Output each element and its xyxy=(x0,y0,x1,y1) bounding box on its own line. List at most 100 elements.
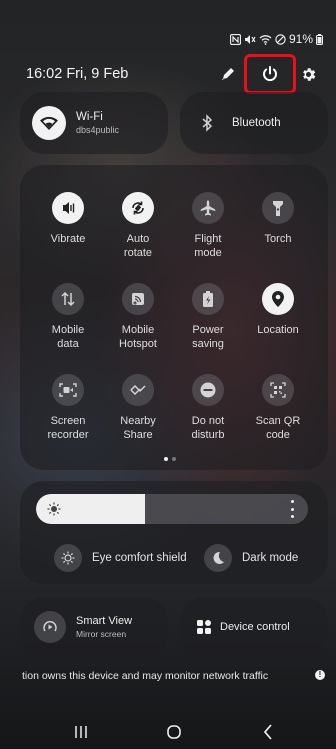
bluetooth-toggle[interactable] xyxy=(190,106,224,140)
page-dot xyxy=(172,457,176,461)
airplane-icon xyxy=(200,200,216,216)
nearby-share-tile[interactable]: Nearby Share xyxy=(98,374,178,442)
eye-comfort-button[interactable]: Eye comfort shield xyxy=(54,544,187,572)
clock-date: Fri, 9 Feb xyxy=(66,66,129,82)
dot xyxy=(290,515,294,518)
smart-view-tile[interactable]: Smart View Mirror screen xyxy=(20,597,168,657)
home-icon xyxy=(167,725,181,739)
device-control-label: Device control xyxy=(220,621,290,633)
power-saving-label: Power saving xyxy=(192,324,224,350)
smart-view-label: Smart View xyxy=(76,615,133,627)
nearby-share-icon xyxy=(130,384,146,396)
location-icon xyxy=(272,291,284,307)
no-sim-icon xyxy=(275,33,286,45)
mute-icon xyxy=(245,34,256,44)
battery-icon xyxy=(316,33,324,45)
torch-icon xyxy=(273,201,283,216)
device-control-icon xyxy=(197,620,211,634)
auto-rotate-tile[interactable]: Auto rotate xyxy=(98,192,178,260)
battery-percent: 91% xyxy=(289,32,314,46)
screen-recorder-label: Screen recorder xyxy=(47,415,89,441)
scan-qr-toggle[interactable] xyxy=(262,374,294,406)
clock-time: 16:02 xyxy=(26,66,63,82)
hotspot-icon xyxy=(132,293,144,305)
recent-apps-icon xyxy=(75,726,87,738)
power-button[interactable] xyxy=(258,62,282,86)
bluetooth-tile[interactable]: Bluetooth xyxy=(180,92,328,154)
mobile-data-toggle[interactable] xyxy=(52,283,84,315)
chevron-left-icon xyxy=(263,724,272,740)
back-button[interactable] xyxy=(248,717,288,747)
nearby-share-toggle[interactable] xyxy=(122,374,154,406)
vibrate-label: Vibrate xyxy=(50,233,86,245)
location-tile[interactable]: Location xyxy=(238,283,318,337)
power-icon xyxy=(263,66,277,82)
brightness-slider[interactable] xyxy=(36,494,308,524)
bluetooth-label: Bluetooth xyxy=(232,117,281,129)
dark-mode-button[interactable]: Dark mode xyxy=(204,544,298,572)
do-not-disturb-toggle[interactable] xyxy=(192,374,224,406)
device-control-tile[interactable]: Device control xyxy=(180,597,328,657)
torch-label: Torch xyxy=(264,233,292,245)
torch-toggle[interactable] xyxy=(262,192,294,224)
network-monitor-notice[interactable]: tion owns this device and may monitor ne… xyxy=(22,670,268,682)
location-label: Location xyxy=(257,324,299,336)
vibrate-tile[interactable]: Vibrate xyxy=(28,192,108,246)
do-not-disturb-icon xyxy=(200,382,216,398)
brightness-more-button[interactable] xyxy=(287,500,297,518)
mobile-hotspot-tile[interactable]: Mobile Hotspot xyxy=(98,283,178,351)
do-not-disturb-tile[interactable]: Do not disturb xyxy=(168,374,248,442)
status-bar: 91% xyxy=(230,32,324,46)
auto-rotate-toggle[interactable] xyxy=(122,192,154,224)
eye-comfort-toggle[interactable] xyxy=(54,544,82,572)
scan-qr-label: Scan QR code xyxy=(255,415,301,441)
eye-comfort-label: Eye comfort shield xyxy=(92,552,187,564)
auto-rotate-icon xyxy=(132,201,144,215)
smart-view-icon xyxy=(43,621,57,632)
mobile-hotspot-toggle[interactable] xyxy=(122,283,154,315)
bluetooth-icon xyxy=(202,114,213,132)
scan-qr-tile[interactable]: Scan QR code xyxy=(238,374,318,442)
edit-button[interactable] xyxy=(216,62,240,86)
power-saving-toggle[interactable] xyxy=(192,283,224,315)
mobile-hotspot-label: Mobile Hotspot xyxy=(119,324,157,350)
torch-tile[interactable]: Torch xyxy=(238,192,318,246)
home-button[interactable] xyxy=(154,717,194,747)
vibrate-icon xyxy=(63,202,75,214)
screen-recorder-tile[interactable]: Screen recorder xyxy=(28,374,108,442)
wifi-tile[interactable]: Wi-Fi dbs4public xyxy=(20,92,168,154)
wifi-icon xyxy=(40,116,58,130)
screen-recorder-icon xyxy=(59,383,77,397)
page-indicator[interactable] xyxy=(164,457,176,461)
moon-icon xyxy=(213,551,224,564)
power-saving-tile[interactable]: Power saving xyxy=(168,283,248,351)
flight-mode-tile[interactable]: Flight mode xyxy=(168,192,248,260)
time-date: 16:02 Fri, 9 Feb xyxy=(26,66,128,82)
settings-button[interactable] xyxy=(296,62,320,86)
dark-mode-toggle[interactable] xyxy=(204,544,232,572)
info-glyph: ! xyxy=(318,670,322,679)
location-toggle[interactable] xyxy=(262,283,294,315)
dot xyxy=(290,507,294,511)
do-not-disturb-label: Do not disturb xyxy=(191,415,225,441)
eye-comfort-icon xyxy=(61,551,75,565)
page-dot-active xyxy=(164,457,168,461)
vibrate-toggle[interactable] xyxy=(52,192,84,224)
wifi-label: Wi-Fi xyxy=(76,111,103,123)
qr-code-icon xyxy=(270,382,286,398)
gear-icon xyxy=(302,67,315,81)
recent-apps-button[interactable] xyxy=(61,717,101,747)
smart-view-toggle[interactable] xyxy=(34,611,66,643)
flight-mode-label: Flight mode xyxy=(194,233,222,259)
flight-mode-toggle[interactable] xyxy=(192,192,224,224)
dark-mode-label: Dark mode xyxy=(242,552,299,564)
battery-saver-icon xyxy=(203,291,213,307)
sun-icon xyxy=(47,502,61,516)
wifi-toggle[interactable] xyxy=(32,106,66,140)
screen-recorder-toggle[interactable] xyxy=(52,374,84,406)
info-icon[interactable]: ! xyxy=(315,670,325,680)
mobile-data-icon xyxy=(61,291,75,307)
wifi-network-name: dbs4public xyxy=(76,125,120,135)
mobile-data-tile[interactable]: Mobile data xyxy=(28,283,108,351)
dot xyxy=(290,500,294,503)
